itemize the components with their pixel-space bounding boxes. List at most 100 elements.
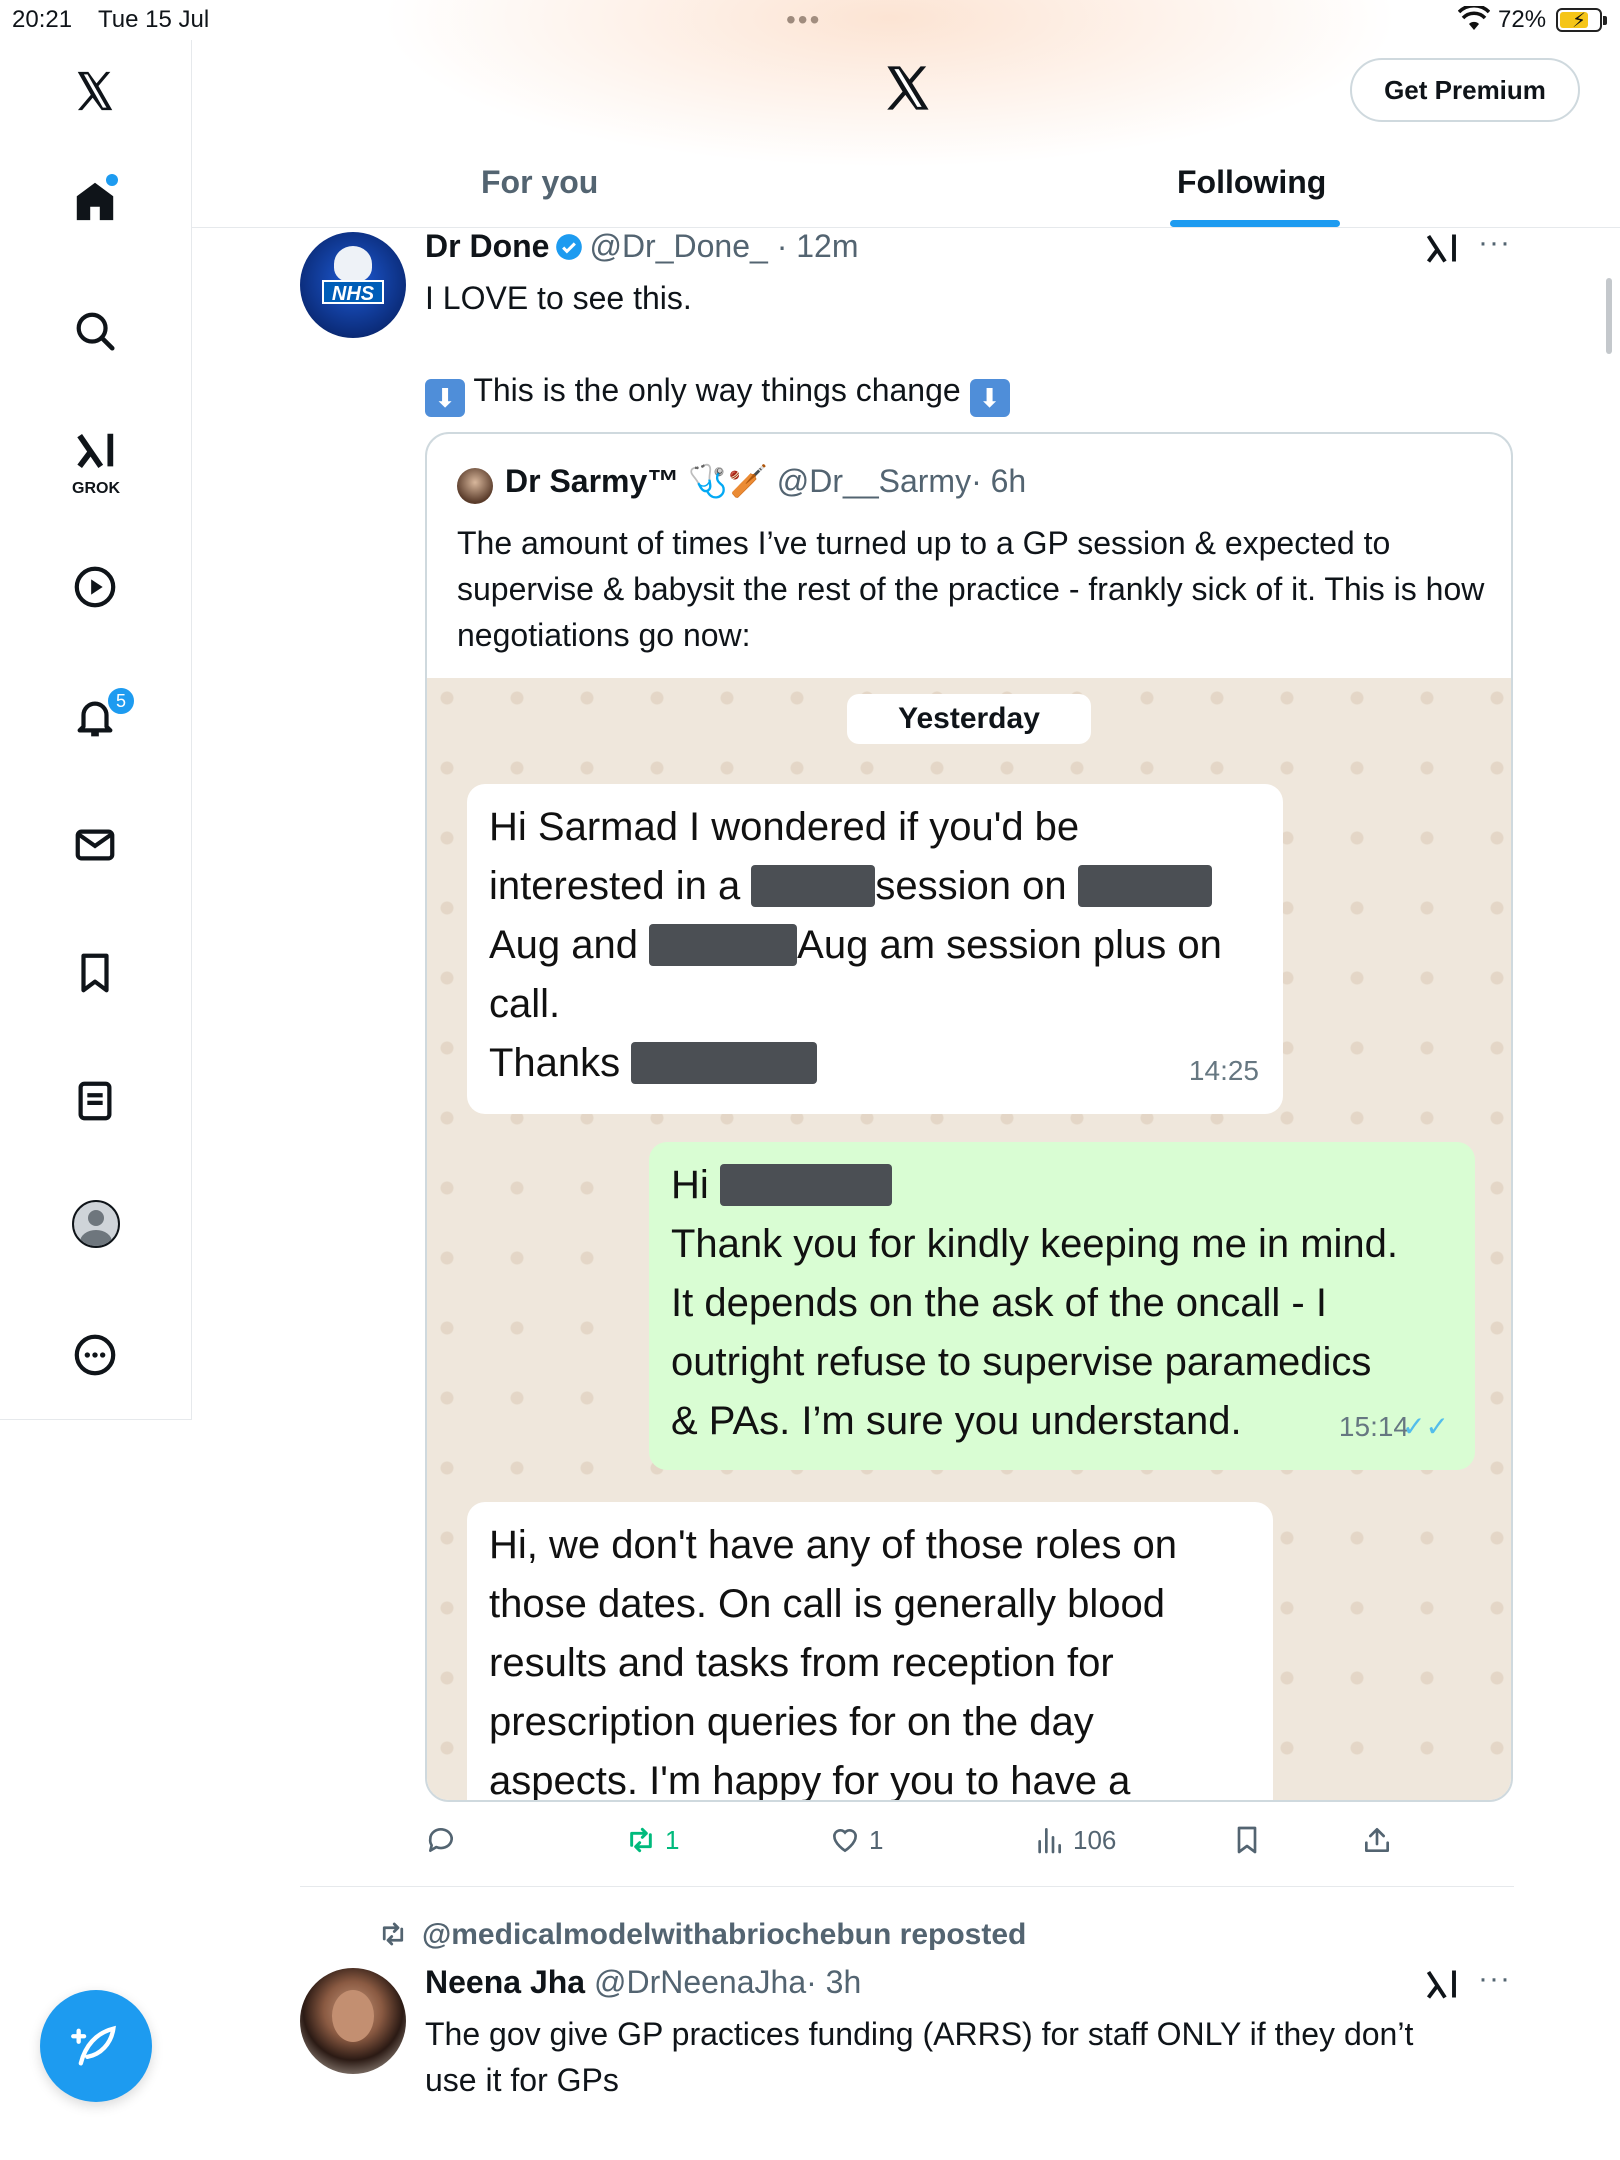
lists-icon[interactable] [66, 1072, 124, 1130]
message-time: 15:14 [1338, 1411, 1409, 1442]
bookmark-icon[interactable] [66, 944, 124, 1002]
heart-icon [832, 1828, 858, 1853]
wifi-icon [1458, 6, 1490, 30]
tab-for-you[interactable]: For you [481, 164, 598, 201]
grok-icon[interactable] [66, 422, 124, 480]
author-emoji: 🩺🏏 [688, 463, 768, 499]
down-arrow-emoji-icon: ⬇ [969, 379, 1010, 417]
avatar[interactable]: NHS [300, 232, 406, 338]
redaction [751, 865, 876, 907]
status-time: 20:21 [12, 6, 73, 33]
grok-explain-icon[interactable] [1424, 230, 1460, 266]
views-button[interactable]: 106 [1033, 1820, 1116, 1860]
chat-screenshot-image[interactable]: Yesterday Hi Sarmad I wondered if you'd … [427, 678, 1511, 1802]
views-count: 106 [1073, 1824, 1117, 1855]
battery-icon: ⚡ [1556, 8, 1607, 32]
notification-badge: 5 [106, 686, 136, 716]
chat-line: Hi [671, 1156, 1453, 1215]
reposted-by-text: @medicalmodelwithabriochebun reposted [422, 1918, 1027, 1951]
chat-line: Hi Sarmad I wondered if you'd be [489, 805, 1080, 849]
tab-following[interactable]: Following [1177, 164, 1326, 201]
compose-feather-icon [71, 2025, 116, 2066]
chat-message-incoming: Hi, we don't have any of those roles on … [467, 1502, 1273, 1802]
sidebar: GROK 5 [0, 40, 192, 1420]
chat-line: those dates. On call is generally blood [489, 1582, 1165, 1626]
chat-line: It depends on the ask of the oncall - I [671, 1281, 1327, 1325]
battery-percent: 72% [1498, 6, 1547, 33]
quoted-tweet-header: Dr Sarmy™ 🩺🏏 @Dr__Sarmy· 6h [505, 462, 1026, 500]
views-chart-icon [1038, 1828, 1061, 1854]
tweet-text-line: ⬇ This is the only way things change ⬇ [425, 367, 1010, 417]
more-options-icon[interactable]: ··· [1478, 226, 1511, 260]
verified-badge-icon [556, 234, 583, 260]
bookmark-icon [1237, 1826, 1257, 1854]
chat-line: Aug and Aug am session plus on [489, 923, 1222, 967]
compose-button[interactable] [40, 1990, 152, 2102]
tweet-header: Dr Done @Dr_Done_ · 12m [425, 228, 858, 265]
tweet-text-line: use it for GPs [425, 2062, 619, 2098]
down-arrow-emoji-icon: ⬇ [425, 379, 465, 417]
avatar[interactable] [300, 1968, 406, 2074]
avatar[interactable] [457, 468, 493, 504]
x-logo-icon[interactable] [66, 62, 124, 120]
get-premium-button[interactable]: Get Premium [1350, 58, 1580, 122]
message-time: 14:25 [1188, 1055, 1259, 1086]
redaction [649, 924, 798, 966]
video-icon[interactable] [66, 558, 124, 616]
status-date: Tue 15 Jul [98, 6, 210, 33]
scrollbar[interactable] [1606, 278, 1612, 354]
redaction [719, 1164, 892, 1206]
read-ticks-icon: ✓✓ [1402, 1411, 1449, 1442]
bookmark-button[interactable] [1231, 1820, 1271, 1860]
tweet-time[interactable]: · 12m [777, 228, 859, 264]
tweet-divider [300, 1886, 1514, 1887]
tweet-text-line2: This is the only way things change [473, 372, 961, 408]
feed-tabs: For you Following [192, 140, 1620, 228]
share-button[interactable] [1361, 1820, 1401, 1860]
chat-line: prescription queries for on the day [489, 1700, 1094, 1744]
chat-line: call. [489, 982, 561, 1026]
redaction [1077, 865, 1212, 907]
chat-line: interested in a session on [489, 857, 1261, 916]
mail-icon[interactable] [66, 816, 124, 874]
tweet-header: Neena Jha @DrNeenaJha· 3h [425, 1964, 861, 2001]
chat-date-label: Yesterday [847, 694, 1091, 744]
profile-icon[interactable] [72, 1200, 120, 1248]
author-name[interactable]: Dr Done [425, 228, 549, 264]
author-name[interactable]: Dr Sarmy™ [505, 463, 679, 499]
like-button[interactable]: 1 [829, 1820, 883, 1860]
repost-indicator[interactable]: @medicalmodelwithabriochebun reposted [378, 1918, 1026, 1952]
chat-message-outgoing: Hi Thank you for kindly keeping me in mi… [649, 1142, 1475, 1470]
retweet-icon [630, 1827, 652, 1853]
tweet-time[interactable]: · 3h [806, 1964, 861, 2000]
author-name[interactable]: Neena Jha [425, 1964, 585, 2000]
more-options-icon[interactable]: ··· [1478, 1962, 1511, 1996]
home-unread-dot [106, 174, 118, 186]
chat-line: Hi, we don't have any of those roles on [489, 1523, 1178, 1567]
more-icon[interactable] [66, 1326, 124, 1384]
reply-button[interactable] [425, 1820, 465, 1860]
chat-line: & PAs. I’m sure you understand. [671, 1399, 1242, 1443]
search-icon[interactable] [66, 302, 124, 360]
author-handle[interactable]: @Dr_Done_ [589, 228, 767, 264]
x-logo-icon[interactable] [880, 62, 936, 114]
quoted-tweet[interactable]: Dr Sarmy™ 🩺🏏 @Dr__Sarmy· 6h The amount o… [425, 432, 1513, 1802]
active-tab-indicator [1170, 220, 1340, 227]
reply-icon [428, 1828, 453, 1852]
retweet-icon [382, 1922, 404, 1946]
author-handle[interactable]: @Dr__Sarmy [777, 463, 971, 499]
retweet-count: 1 [665, 1824, 680, 1855]
chat-line: results and tasks from reception for [489, 1641, 1114, 1685]
grok-explain-icon[interactable] [1424, 1966, 1460, 2002]
chat-line: Thanks [489, 1034, 1261, 1093]
tweet-time[interactable]: · 6h [971, 463, 1026, 499]
chat-line: Thank you for kindly keeping me in mind. [671, 1222, 1399, 1266]
author-handle[interactable]: @DrNeenaJha [594, 1964, 806, 2000]
retweet-button[interactable]: 1 [625, 1820, 679, 1860]
chat-line: aspects. I'm happy for you to have a [489, 1759, 1131, 1802]
share-icon [1365, 1828, 1389, 1852]
grok-label: GROK [72, 480, 120, 497]
tweet-actions: 1 1 106 [425, 1820, 1425, 1860]
quoted-tweet-text: The amount of times I’ve turned up to a … [457, 525, 1485, 653]
redaction [631, 1042, 818, 1084]
